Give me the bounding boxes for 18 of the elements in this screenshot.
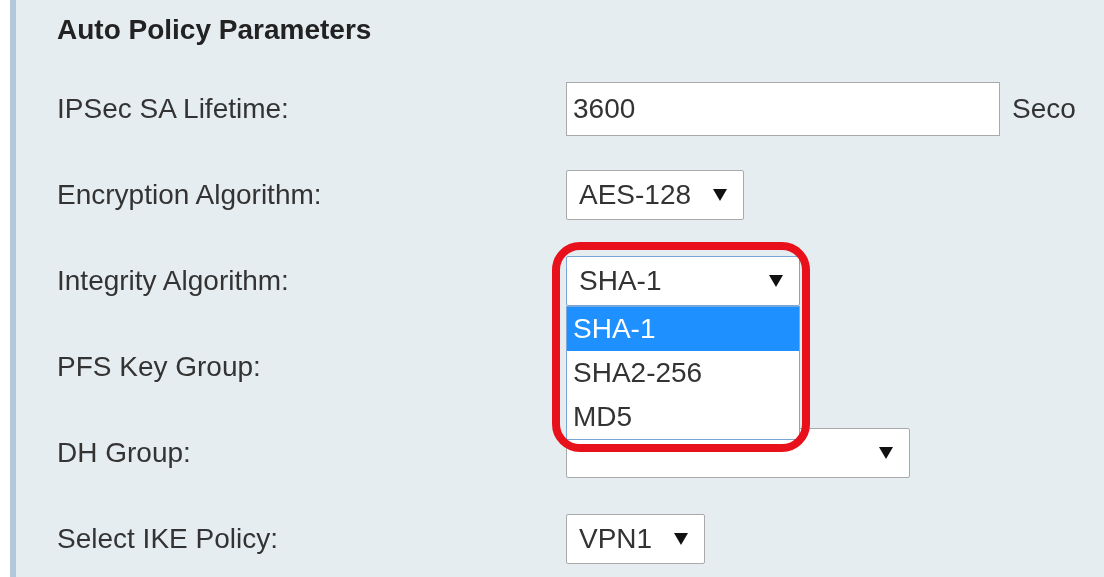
- field-label: Integrity Algorithm:: [57, 265, 289, 297]
- field-label: PFS Key Group:: [57, 351, 261, 383]
- unit-label: Seco: [1012, 93, 1076, 125]
- caret-icon: [769, 275, 783, 287]
- input-field[interactable]: 3600: [566, 82, 1000, 136]
- dropdown-option[interactable]: SHA2-256: [567, 351, 799, 395]
- dropdown-select[interactable]: VPN1: [566, 514, 706, 564]
- dropdown-option[interactable]: MD5: [567, 395, 799, 439]
- field-label: IPSec SA Lifetime:: [57, 93, 289, 125]
- field-label: Encryption Algorithm:: [57, 179, 322, 211]
- field-label: Select IKE Policy:: [57, 523, 278, 555]
- caret-icon: [879, 447, 893, 459]
- dropdown-select[interactable]: SHA-1: [566, 256, 800, 306]
- dropdown-select[interactable]: AES-128: [566, 170, 745, 220]
- caret-icon: [674, 533, 689, 545]
- field-label: DH Group:: [57, 437, 191, 469]
- caret-icon: [713, 189, 728, 201]
- section-title: Auto Policy Parameters: [57, 13, 372, 47]
